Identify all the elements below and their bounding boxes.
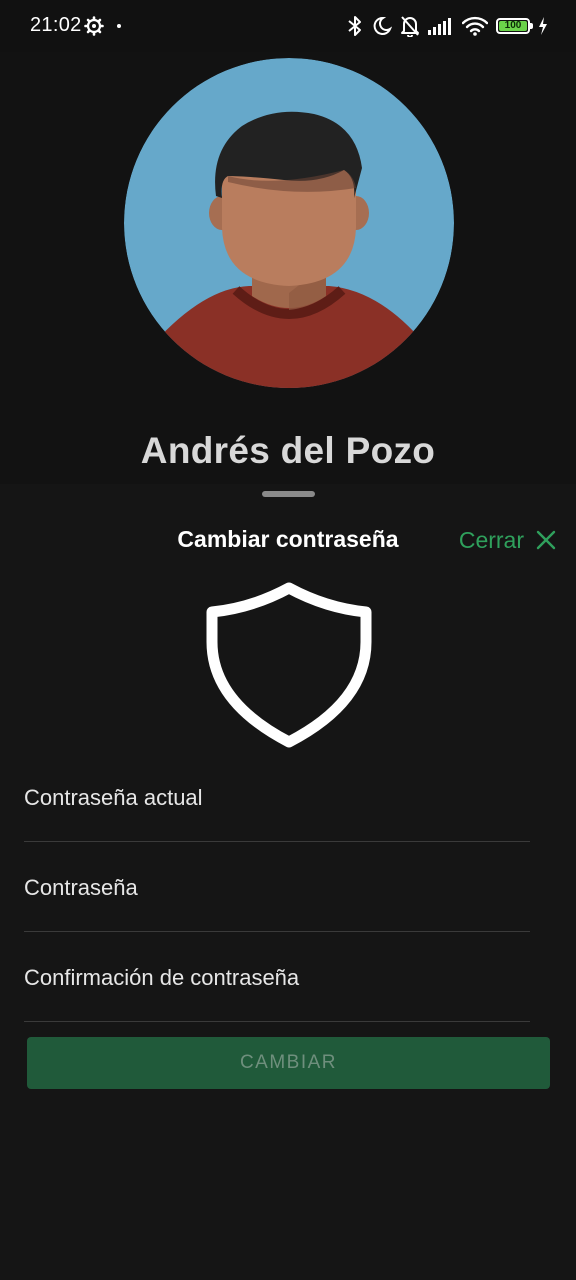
current-password-input[interactable] — [24, 754, 530, 841]
current-password-field[interactable] — [24, 754, 530, 842]
shield-icon — [206, 582, 372, 748]
signal-icon — [428, 18, 451, 35]
profile-name: Andrés del Pozo — [140, 430, 436, 471]
new-password-input[interactable] — [24, 844, 530, 931]
avatar-person-icon[interactable] — [124, 58, 454, 388]
sheet-drag-handle[interactable] — [262, 491, 315, 497]
screen: 21:02 100 Andrés del Pozo Cambiar contra… — [0, 0, 576, 1280]
new-password-field[interactable] — [24, 844, 530, 932]
charging-icon — [539, 17, 547, 35]
battery-level: 100 — [504, 20, 522, 31]
status-icons: 100 — [346, 14, 548, 38]
change-password-sheet: Cambiar contraseña Cerrar CAMBIAR — [0, 484, 576, 1280]
battery-icon: 100 — [496, 18, 533, 34]
change-password-button[interactable]: CAMBIAR — [27, 1037, 550, 1089]
close-x-icon — [536, 530, 556, 550]
notification-dot-icon — [117, 24, 121, 28]
settings-gear-icon — [84, 16, 104, 36]
close-label: Cerrar — [458, 526, 524, 553]
status-bar: 21:02 100 — [0, 0, 576, 52]
wifi-icon — [462, 16, 488, 36]
profile-header: Andrés del Pozo — [0, 52, 576, 484]
close-button[interactable]: Cerrar — [459, 522, 556, 558]
bluetooth-icon — [348, 16, 361, 36]
moon-icon — [373, 16, 392, 35]
bell-off-icon — [401, 16, 419, 37]
confirm-password-input[interactable] — [24, 934, 530, 1021]
status-time: 21:02 — [30, 14, 82, 36]
battery-tip — [530, 23, 533, 29]
confirm-password-field[interactable] — [24, 934, 530, 1022]
